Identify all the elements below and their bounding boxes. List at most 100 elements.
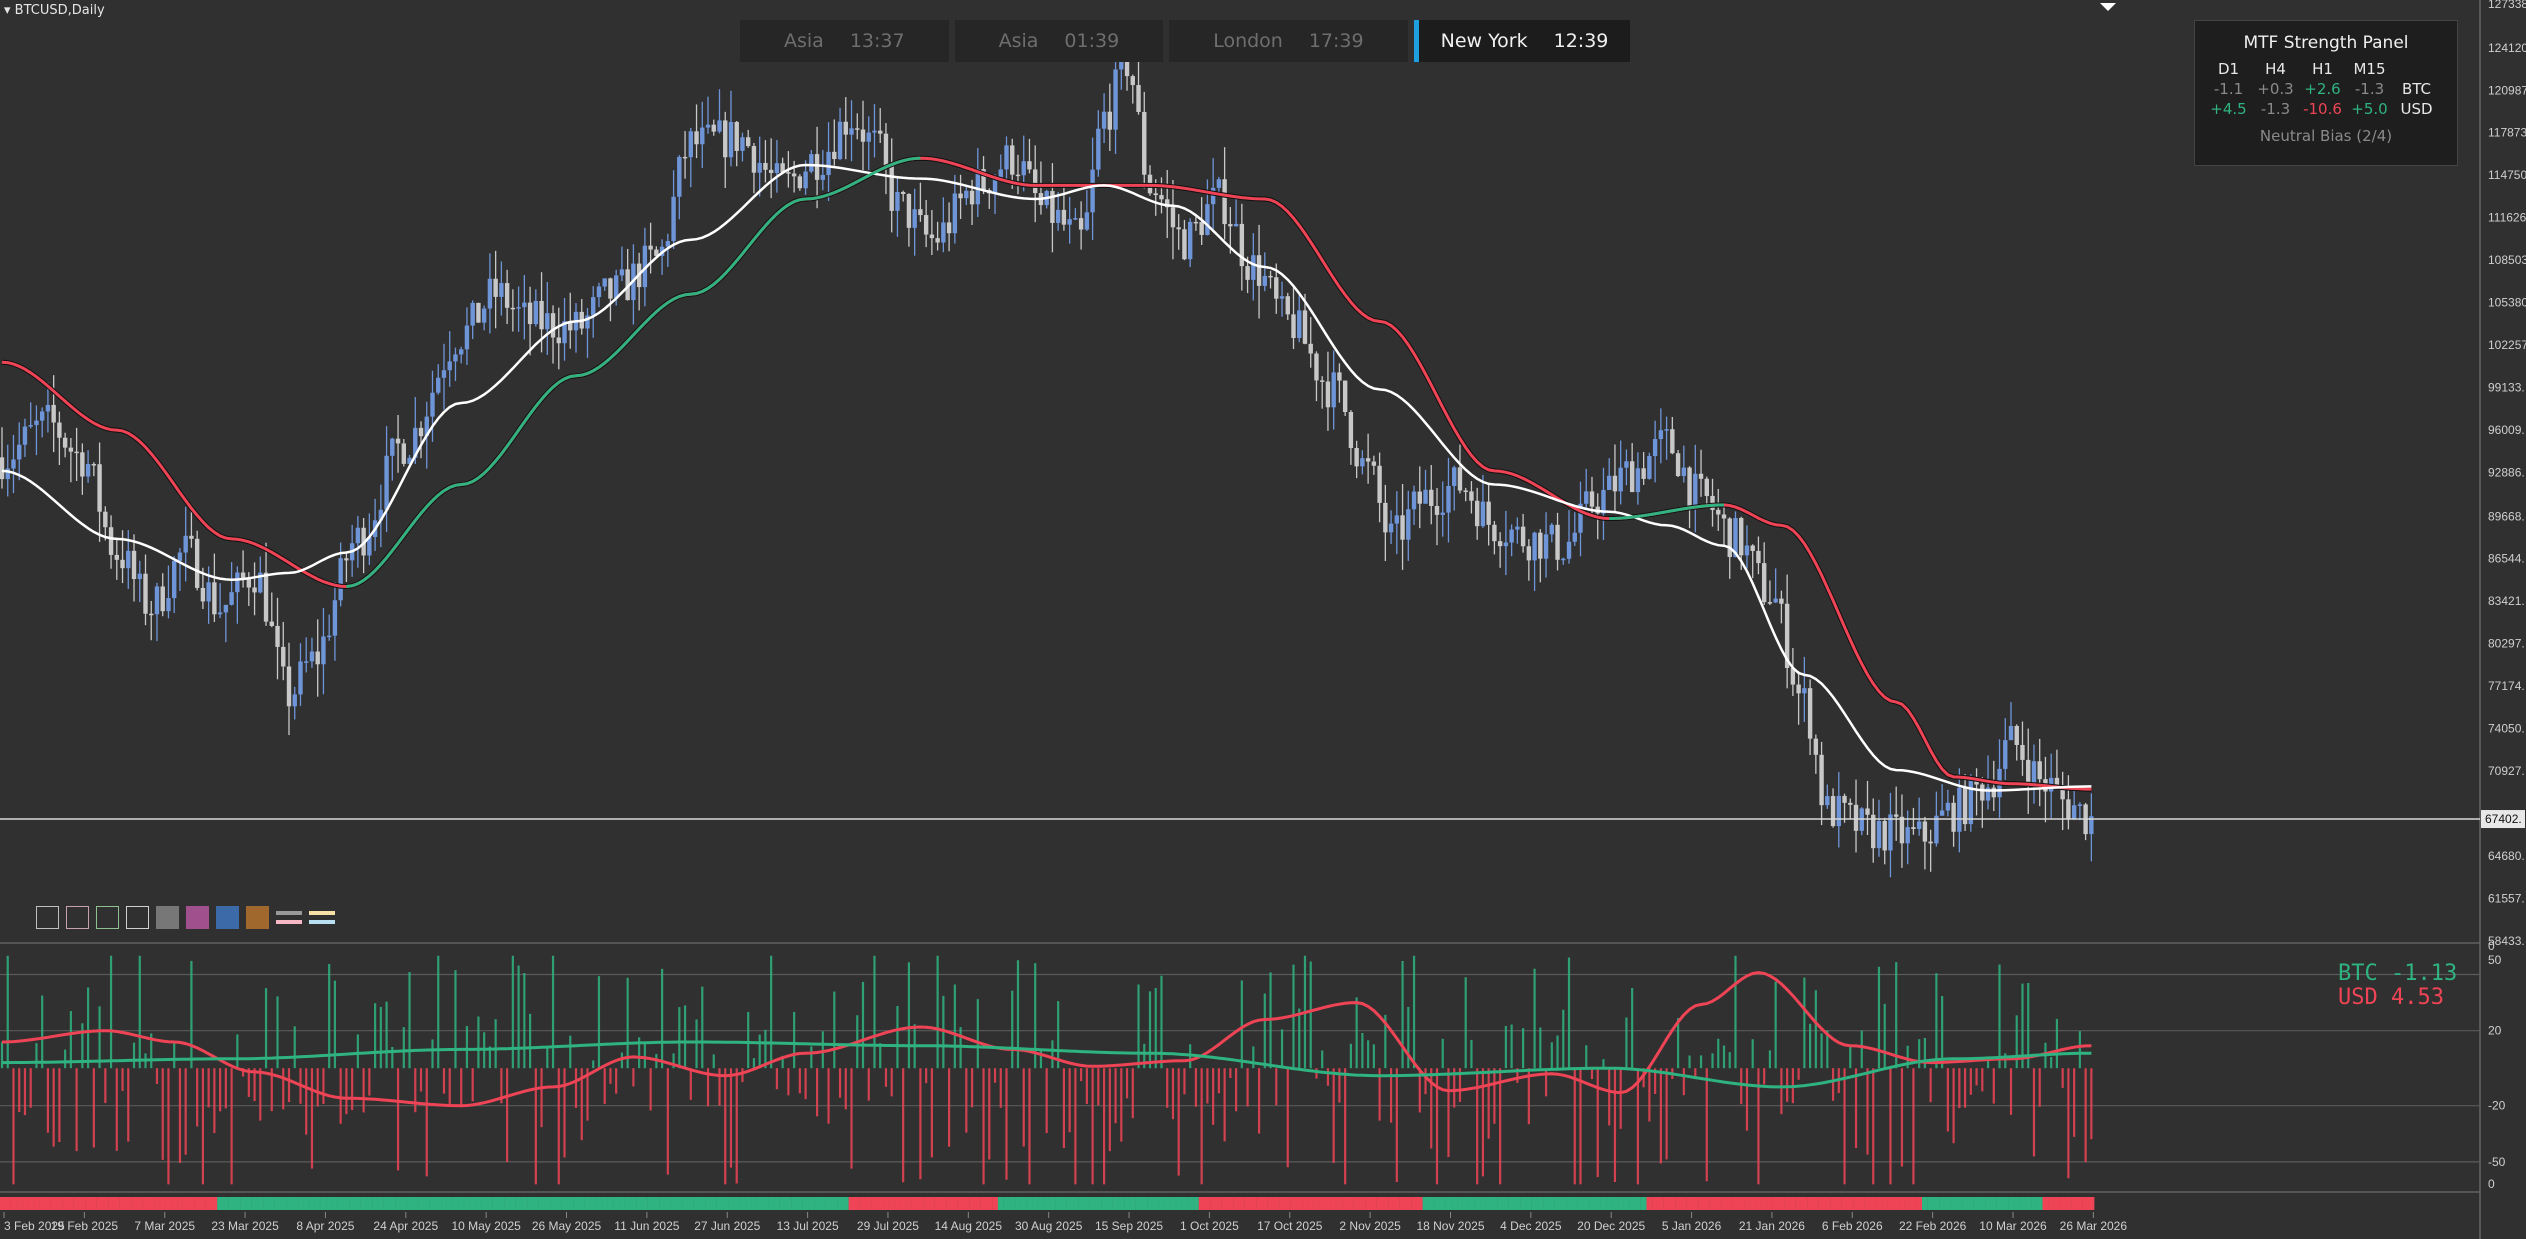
time-tick-label: 30 Aug 2025 (1015, 1219, 1083, 1233)
bias-cell (1313, 1197, 1320, 1210)
candle-body (1980, 784, 1985, 801)
bias-cell (607, 1197, 614, 1210)
ma-fast-line (1, 163, 2092, 792)
indicator-tick-label: 50 (2488, 953, 2502, 967)
bias-cell (894, 1197, 901, 1210)
candle-body (1245, 266, 1250, 280)
ma-slow-rising-segment (649, 310, 658, 319)
ma-slow-rising-segment (609, 351, 618, 360)
candle-body (2037, 761, 2042, 780)
time-tick-label: 29 Jul 2025 (857, 1219, 919, 1233)
dropdown-triangle-icon[interactable]: ▾ (4, 3, 11, 18)
bias-cell (1336, 1197, 1343, 1210)
bias-cell (1577, 1197, 1584, 1210)
candle-body (1010, 145, 1015, 175)
candle-body (1021, 161, 1026, 176)
bias-cell (756, 1197, 763, 1210)
candle-body (1629, 461, 1635, 493)
bias-cell (1887, 1197, 1894, 1210)
bias-cell (469, 1197, 476, 1210)
candle-body (200, 587, 206, 602)
candle-body (1297, 310, 1302, 339)
bias-cell (1962, 1197, 1969, 1210)
btc-strength-legend: BTC -1.13 (2338, 961, 2458, 986)
line-style-icon[interactable] (276, 906, 302, 929)
bias-cell (2048, 1197, 2055, 1210)
candle-body (1589, 491, 1595, 507)
bias-cell (837, 1197, 844, 1210)
bias-cell (1416, 1197, 1423, 1210)
candle-body (1400, 515, 1405, 540)
bias-cell (550, 1197, 557, 1210)
swatch-button[interactable] (96, 906, 119, 929)
candle-body (602, 278, 607, 287)
candle-body (522, 302, 527, 308)
swatch-button[interactable] (36, 906, 59, 929)
session-london: London 17:39 (1169, 20, 1408, 62)
candle-body (1004, 145, 1009, 170)
swatch-button[interactable] (216, 906, 239, 929)
bias-cell (796, 1197, 803, 1210)
candle-body (1693, 473, 1698, 506)
bias-cell (1227, 1197, 1234, 1210)
candle-body (97, 464, 102, 512)
swatch-button[interactable] (126, 906, 149, 929)
bias-cell (194, 1197, 201, 1210)
bias-cell (1175, 1197, 1182, 1210)
candle-body (768, 169, 774, 174)
candle-body (1744, 545, 1750, 556)
price-tick-label: 124120. (2488, 41, 2526, 55)
ma-slow-rising-segment (615, 345, 623, 354)
bias-cell (165, 1197, 172, 1210)
bias-cell (222, 1197, 229, 1210)
bias-cell (1238, 1197, 1245, 1210)
candle-body (1285, 296, 1290, 315)
bias-cell (2071, 1197, 2078, 1210)
bias-cell (1497, 1197, 1504, 1210)
line-style-icon[interactable] (309, 906, 335, 929)
swatch-button[interactable] (246, 906, 269, 929)
symbol-label[interactable]: ▾ BTCUSD,Daily (4, 3, 105, 18)
bias-cell (1279, 1197, 1286, 1210)
swatch-button[interactable] (156, 906, 179, 929)
usd-strength-legend: USD 4.53 (2338, 985, 2444, 1010)
mtf-cell: +5.0 (2351, 100, 2388, 118)
bias-cell (1204, 1197, 1211, 1210)
bias-cell (957, 1197, 964, 1210)
color-swatch-toolbar (36, 906, 335, 929)
candle-body (487, 278, 493, 309)
candle-body (1314, 353, 1319, 381)
bias-cell (641, 1197, 648, 1210)
candle-body (263, 572, 269, 622)
candle-body (740, 137, 745, 151)
swatch-button[interactable] (186, 906, 209, 929)
candle-body (401, 443, 406, 464)
candle-body (1325, 381, 1331, 408)
swatch-button[interactable] (66, 906, 89, 929)
bias-cell (1106, 1197, 1113, 1210)
bias-cell (1158, 1197, 1165, 1210)
bias-cell (928, 1197, 935, 1210)
bias-cell (159, 1197, 166, 1210)
candle-body (1216, 179, 1222, 188)
bias-cell (951, 1197, 958, 1210)
price-chart[interactable]: 127338. 124120. 120987. 117873. 114750. 11162… (0, 0, 2526, 1239)
chart-scroll-marker-icon[interactable] (2100, 3, 2116, 11)
candle-body (872, 130, 877, 133)
price-tick-label: 64680. (2488, 849, 2525, 863)
ma-slow-rising-segment (811, 196, 818, 201)
bias-cell (1061, 1197, 1067, 1210)
candle-body (1073, 218, 1078, 220)
candle-body (591, 297, 596, 316)
candle-body (1572, 532, 1577, 542)
ma-slow-rising-segment (816, 195, 824, 200)
candle-body (1687, 467, 1692, 506)
candle-body (855, 128, 860, 130)
candle-body (212, 582, 217, 615)
candle-body (2026, 759, 2031, 785)
mtf-bias: Neutral Bias (2/4) (2259, 127, 2393, 145)
candle-body (1515, 526, 1520, 530)
bias-cell (1330, 1197, 1337, 1210)
candle-body (2031, 761, 2037, 785)
ma-slow-rising-segment (891, 161, 898, 166)
